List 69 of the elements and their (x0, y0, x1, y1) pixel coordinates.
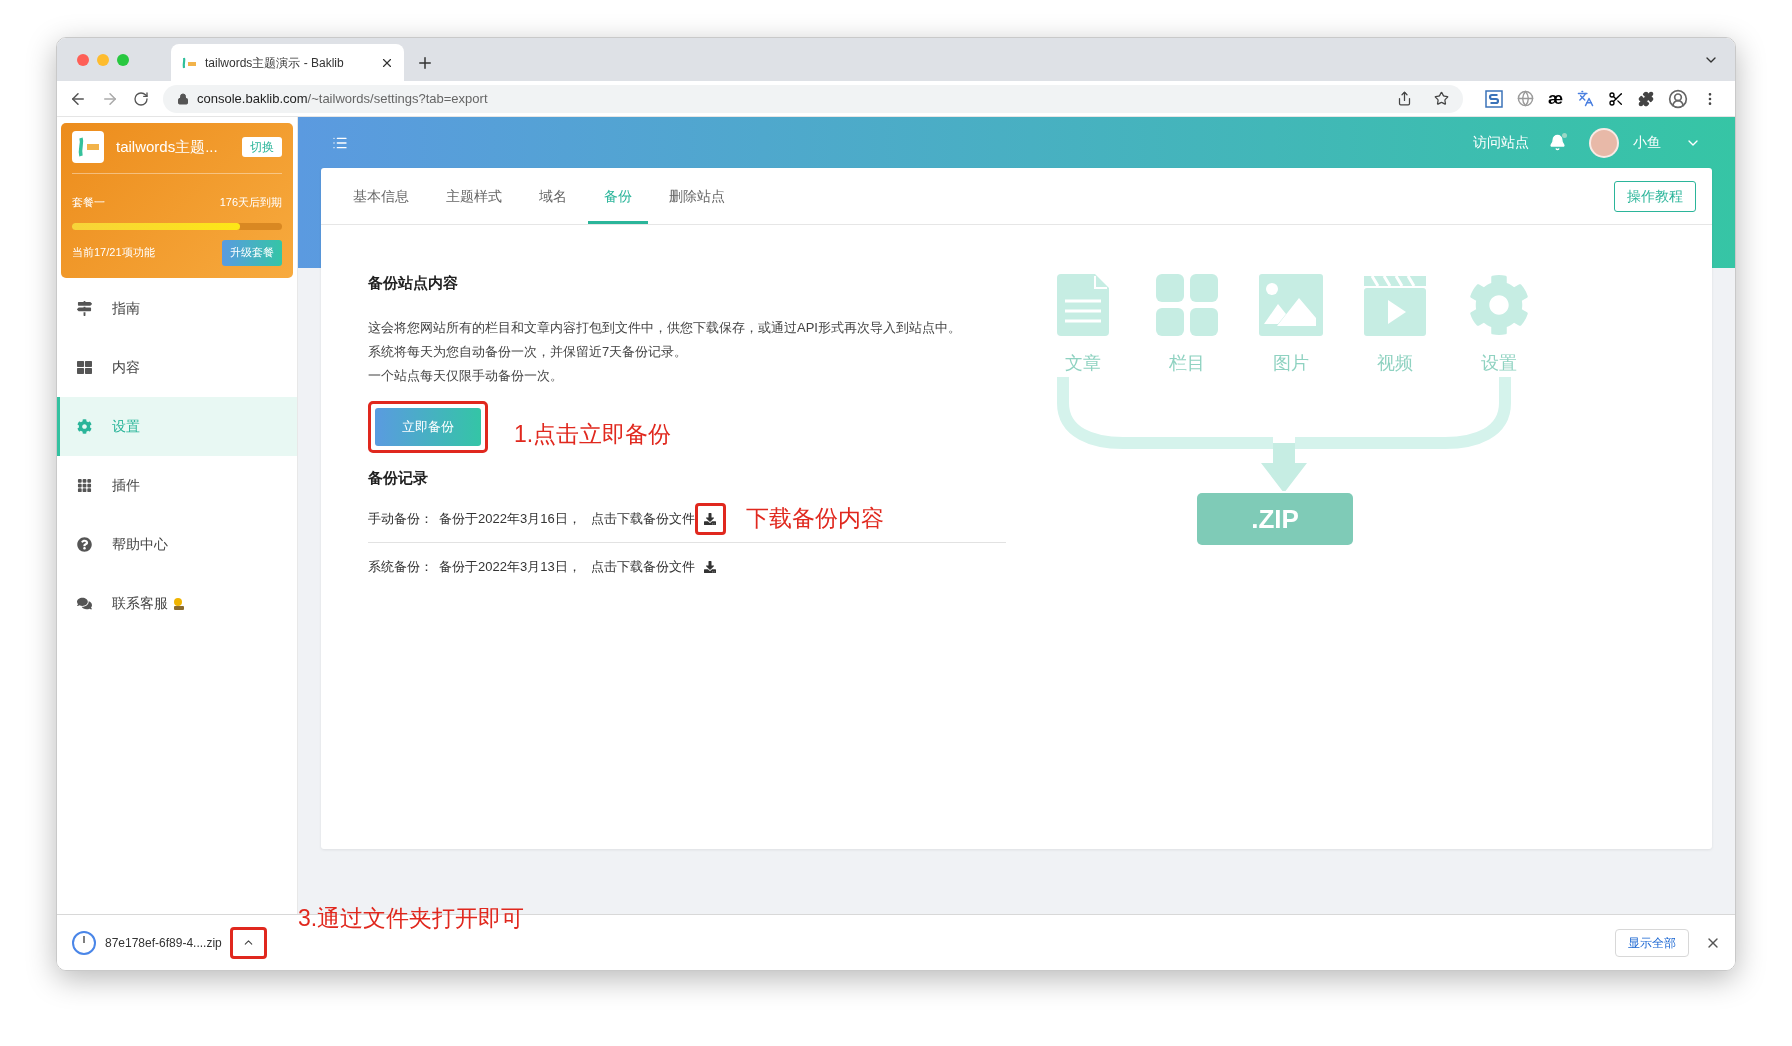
illustration-label: 文章 (1065, 352, 1101, 375)
help-icon (77, 537, 92, 552)
settings-tab[interactable]: 主题样式 (430, 168, 518, 224)
bookmark-star-icon[interactable] (1434, 91, 1449, 106)
scissors-icon[interactable] (1608, 90, 1625, 107)
chat-icon (77, 596, 92, 611)
annotation-text: 1.点击立即备份 (514, 419, 672, 449)
expiry-text: 176天后到期 (219, 195, 282, 210)
grid-icon (77, 360, 92, 375)
sidebar-item[interactable]: 插件 (57, 456, 297, 515)
sidebar-item[interactable]: 帮助中心 (57, 515, 297, 574)
gear-icon (1468, 274, 1530, 336)
show-all-button[interactable]: 显示全部 (1615, 928, 1689, 957)
video-clip-icon (1364, 276, 1426, 336)
zip-file-box: .ZIP (1197, 493, 1353, 545)
address-bar[interactable]: console.baklib.com/~tailwords/settings?tab=export (163, 84, 1463, 113)
illustration-label: 图片 (1273, 352, 1309, 375)
bell-icon (1549, 134, 1566, 151)
record-date: 备份于2022年3月13日， (439, 558, 581, 577)
profile-icon[interactable] (1668, 88, 1689, 109)
sidebar-item[interactable]: 联系客服 (57, 574, 297, 633)
browser-tab[interactable]: tailwords主题演示 - Baklib (171, 44, 404, 81)
grid-icon (1156, 274, 1218, 336)
description-text: 系统将每天为您自动备份一次，并保留近7天备份记录。 (368, 343, 689, 361)
record-date: 备份于2022年3月16日， (439, 509, 581, 528)
site-name: tailwords主题... (116, 136, 219, 157)
dots-grid-icon (77, 478, 92, 493)
download-file-name[interactable]: 87e178ef-6f89-4....zip (105, 933, 222, 952)
sidebar-item[interactable]: 指南 (57, 279, 297, 338)
download-text: 点击下载备份文件 (590, 558, 695, 577)
extension-icon[interactable] (1485, 89, 1503, 108)
gear-icon (77, 419, 92, 434)
section-title: 备份记录 (368, 468, 429, 488)
tab-title: tailwords主题演示 - Baklib (205, 54, 345, 72)
favicon-icon (181, 56, 197, 69)
description-text: 这会将您网站所有的栏目和文章内容打包到文件中，供您下载保存，或通过API形式再次导入到站点中。 (368, 319, 962, 337)
feature-count: 当前17/21项功能 (72, 245, 155, 261)
extension-icon[interactable]: æ (1548, 90, 1564, 107)
lock-icon (177, 92, 189, 105)
illustration-label: 设置 (1481, 352, 1517, 375)
settings-tab[interactable]: 删除站点 (653, 168, 741, 224)
sidebar-item[interactable]: 内容 (57, 338, 297, 397)
url-text: console.baklib.com/~tailwords/settings?tab=export (197, 89, 489, 108)
illustration-label: 视频 (1377, 352, 1413, 375)
site-logo-icon (72, 131, 104, 163)
section-title: 备份站点内容 (368, 273, 459, 293)
signpost-icon (77, 301, 92, 316)
document-icon (1057, 274, 1109, 336)
settings-tab[interactable]: 域名 (523, 168, 583, 224)
download-text: 点击下载备份文件 (590, 509, 695, 528)
record-label: 系统备份： (368, 558, 433, 577)
download-progress-icon (71, 929, 97, 956)
description-text: 一个站点每天仅限手动备份一次。 (368, 367, 564, 385)
translate-icon[interactable] (1577, 90, 1595, 107)
annotation-text: 3.通过文件夹打开即可 (298, 904, 525, 933)
share-icon[interactable] (1397, 91, 1412, 106)
record-label: 手动备份： (368, 509, 433, 528)
plan-name: 套餐一 (72, 195, 105, 210)
illustration-label: 栏目 (1169, 352, 1205, 375)
annotation-text: 下载备份内容 (745, 504, 884, 534)
download-icon (704, 512, 717, 525)
download-button[interactable] (694, 502, 726, 535)
image-icon (1259, 274, 1323, 336)
settings-tab[interactable]: 基本信息 (337, 168, 425, 224)
puzzle-icon[interactable] (1638, 90, 1655, 107)
globe-icon[interactable] (1517, 90, 1534, 107)
download-icon (704, 561, 717, 573)
expand-button[interactable] (229, 926, 267, 959)
reload-icon[interactable] (133, 90, 149, 107)
